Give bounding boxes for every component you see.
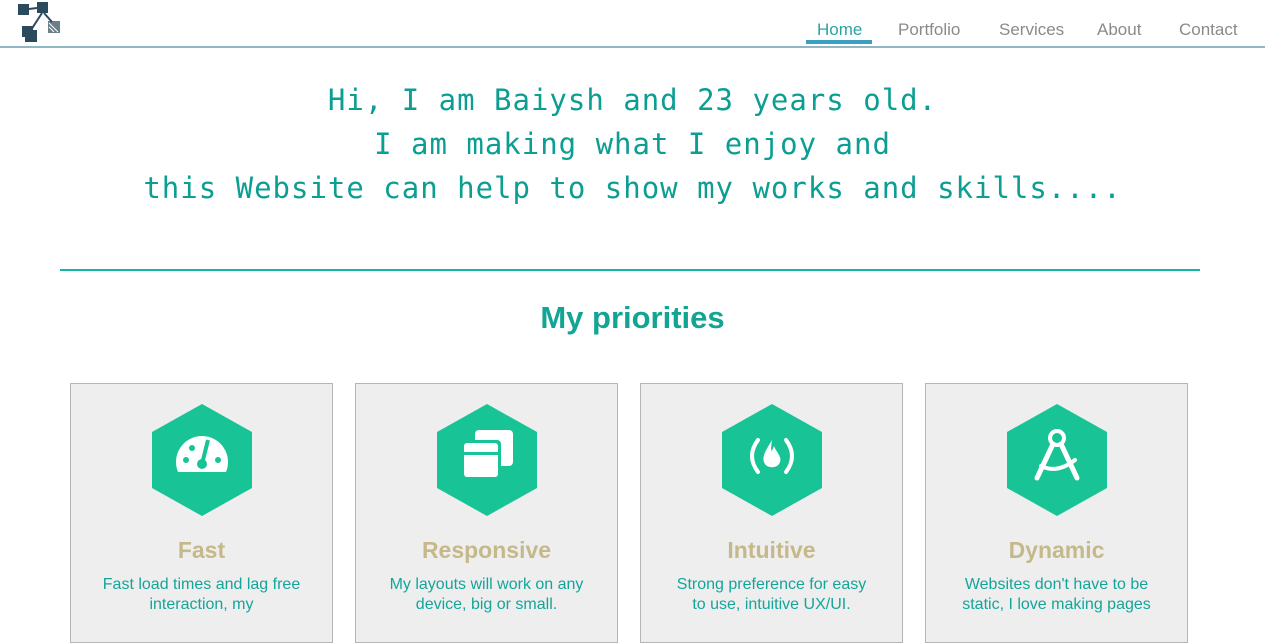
priority-card-responsive: Responsive My layouts will work on any d… xyxy=(355,383,618,643)
hero-text: Hi, I am Baiysh and 23 years old. I am m… xyxy=(0,78,1265,210)
card-title: Dynamic xyxy=(1008,537,1105,563)
nav-services[interactable]: Services xyxy=(999,20,1064,40)
nav-about[interactable]: About xyxy=(1097,20,1141,40)
hero-line: I am making what I enjoy and xyxy=(374,127,891,161)
speedometer-icon xyxy=(152,404,252,516)
card-description: Strong preference for easy to use, intui… xyxy=(676,576,867,613)
navbar: Home Portfolio Services About Contact xyxy=(0,0,1265,48)
hero-line: this Website can help to show my works a… xyxy=(143,171,1122,205)
priority-card-dynamic: Dynamic Websites don't have to be static… xyxy=(925,383,1188,643)
card-description: My layouts will work on any device, big … xyxy=(389,576,584,613)
card-title: Fast xyxy=(177,537,226,563)
card-title: Intuitive xyxy=(727,537,816,563)
section-divider xyxy=(60,269,1200,271)
card-title: Responsive xyxy=(421,537,552,563)
nav-contact[interactable]: Contact xyxy=(1179,20,1238,40)
card-description: Fast load times and lag free interaction… xyxy=(102,576,301,613)
nav-portfolio[interactable]: Portfolio xyxy=(898,20,960,40)
priority-card-fast: Fast Fast load times and lag free intera… xyxy=(70,383,333,643)
fire-code-icon xyxy=(722,404,822,516)
nav-active-underline xyxy=(806,40,872,44)
window-stack-icon xyxy=(437,404,537,516)
nav-home[interactable]: Home xyxy=(817,20,862,40)
main-nav: Home Portfolio Services About Contact xyxy=(0,20,1265,44)
card-description: Websites don't have to be static, I love… xyxy=(962,576,1151,613)
priority-card-intuitive: Intuitive Strong preference for easy to … xyxy=(640,383,903,643)
hero-line: Hi, I am Baiysh and 23 years old. xyxy=(327,83,938,117)
priorities-title: My priorities xyxy=(540,300,725,335)
compass-icon xyxy=(1007,404,1107,516)
